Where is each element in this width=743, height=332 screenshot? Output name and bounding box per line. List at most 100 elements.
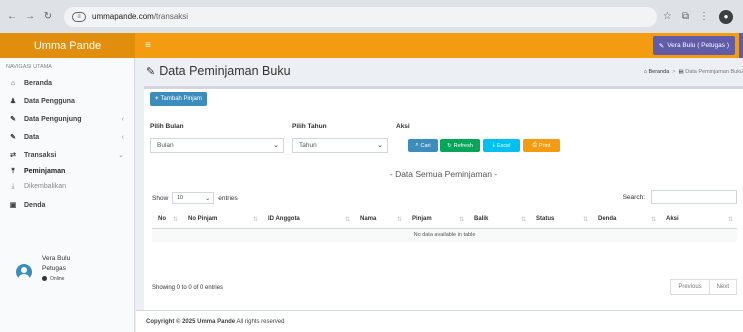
table-search: Search: — [623, 190, 737, 204]
sort-icon: ⇅ — [727, 216, 733, 223]
column-header-no-pinjam[interactable]: No Pinjam ⇅ — [182, 210, 262, 229]
print-button-label: Print — [539, 142, 551, 149]
site-settings-icon[interactable]: ≡ — [72, 11, 86, 22]
column-header-status[interactable]: Status ⇅ — [530, 210, 592, 229]
back-icon[interactable]: ← — [6, 11, 18, 23]
chevron-left-icon: ‹ — [121, 115, 124, 123]
page-title-text: Data Peminjaman Buku — [159, 64, 291, 78]
add-loan-button[interactable]: + Tambah Pinjam — [150, 92, 207, 106]
sort-icon: ⇅ — [172, 216, 178, 223]
refresh-button-label: Refresh — [453, 142, 473, 149]
column-header-no[interactable]: No ⇅ — [152, 210, 182, 229]
loans-table: No ⇅ No Pinjam ⇅ ID Anggota ⇅ Nama ⇅ Pinjam ⇅… — [152, 210, 737, 242]
chevron-down-icon: ⌄ — [205, 195, 211, 202]
entries-select[interactable]: 10 ⌄ — [172, 192, 215, 204]
avatar — [16, 264, 32, 280]
sidebar-item-denda[interactable]: ▣ Denda — [0, 196, 134, 214]
download-icon: ⤓ — [11, 182, 15, 190]
sort-icon: ⇅ — [650, 216, 656, 223]
column-label: Aksi — [666, 215, 679, 222]
edit-icon: ✎ — [146, 65, 156, 78]
user-menu-label: Vera Bulu ( Petugas ) — [667, 42, 729, 49]
main-content: ✎ Data Peminjaman Buku ⌂ Beranda > ▤ Data … — [136, 58, 743, 332]
address-bar[interactable]: ≡ ummapande.com/transaksi — [64, 6, 657, 27]
data-box: + Tambah Pinjam Pilih Bulan Pilih Tahun … — [144, 86, 743, 312]
entries-select-value: 10 — [177, 195, 183, 201]
excel-button[interactable]: ⤓ Excel — [483, 139, 520, 152]
search-button[interactable]: ⌕ Cari — [408, 139, 438, 152]
sort-icon: ⇅ — [396, 216, 402, 223]
column-header-nama[interactable]: Nama ⇅ — [354, 210, 406, 229]
edit-icon: ✎ — [658, 42, 665, 50]
user-status: Online — [50, 276, 65, 282]
sidebar-item-beranda[interactable]: ⌂ Beranda — [0, 74, 134, 92]
user-role: Petugas — [42, 265, 66, 272]
column-header-aksi[interactable]: Aksi ⇅ — [660, 210, 737, 229]
breadcrumb: ⌂ Beranda > ▤ Data Peminjaman Buku — [643, 69, 743, 75]
money-icon: ▣ — [9, 202, 17, 209]
print-button[interactable]: ⎙ Print — [523, 139, 560, 152]
url-path: /transaksi — [153, 12, 189, 21]
sidebar-subitem-peminjaman[interactable]: ⤒ Peminjaman — [0, 164, 134, 179]
sidebar-item-data-pengunjung[interactable]: ✎ Data Pengunjung ‹ — [0, 110, 134, 128]
column-header-pinjam[interactable]: Pinjam ⇅ — [406, 210, 468, 229]
footer-suffix: All rights reserved — [236, 319, 285, 325]
sort-icon: ⇅ — [458, 216, 464, 223]
user-menu-button[interactable]: ✎ Vera Bulu ( Petugas ) — [652, 36, 735, 55]
sidebar-subitem-label: Dikembalikan — [24, 183, 67, 190]
footer-copyright: Copyright © 2025 — [146, 319, 196, 325]
action-label: Aksi — [396, 123, 410, 130]
column-label: No Pinjam — [188, 215, 218, 222]
search-input[interactable] — [651, 190, 737, 204]
month-filter-label: Pilih Bulan — [150, 123, 184, 130]
previous-page-button[interactable]: Previous — [670, 279, 710, 295]
reload-icon[interactable]: ↻ — [42, 11, 54, 23]
column-header-denda[interactable]: Denda ⇅ — [592, 210, 660, 229]
column-label: Nama — [360, 215, 377, 222]
column-header-balik[interactable]: Balik ⇅ — [468, 210, 530, 229]
breadcrumb-current: Data Peminjaman Buku — [685, 69, 743, 75]
column-header-id-anggota[interactable]: ID Anggota ⇅ — [262, 210, 354, 229]
section-title: - Data Semua Peminjaman - — [389, 169, 498, 179]
browser-toolbar: ← → ↻ ≡ ummapande.com/transaksi ☆ ⧉ ⋮ ● — [0, 0, 743, 33]
user-panel: Vera Bulu Petugas Online — [16, 254, 70, 284]
add-loan-label: Tambah Pinjam — [160, 96, 202, 102]
edit-box-icon: ✎ — [10, 134, 16, 141]
app-header: Umma Pande ≡ ✎ Vera Bulu ( Petugas ) — [0, 33, 743, 58]
empty-table-message: No data available in table — [152, 228, 737, 242]
month-select[interactable]: Bulan ⌄ — [150, 138, 284, 153]
forward-icon[interactable]: → — [24, 11, 36, 23]
sidebar-item-data-pengguna[interactable]: ♟ Data Pengguna — [0, 92, 134, 110]
sidebar-item-data[interactable]: ✎ Data ‹ — [0, 128, 134, 146]
next-page-button[interactable]: Next — [709, 279, 737, 295]
year-select[interactable]: Tahun ⌄ — [292, 138, 388, 153]
year-filter-label: Pilih Tahun — [292, 123, 327, 130]
search-icon: ⌕ — [415, 142, 419, 148]
excel-button-label: Excel — [496, 142, 511, 149]
menu-dots-icon[interactable]: ⋮ — [699, 11, 709, 22]
month-select-value: Bulan — [157, 142, 174, 149]
print-icon: ⎙ — [532, 142, 538, 148]
sidebar-subitem-dikembalikan[interactable]: ⤓ Dikembalikan — [0, 179, 134, 194]
column-label: Status — [536, 215, 555, 222]
sidebar-item-label: Transaksi — [24, 151, 57, 159]
sidebar-item-label: Data Pengguna — [24, 97, 75, 105]
sort-icon: ⇅ — [344, 216, 350, 223]
profile-avatar-icon[interactable]: ● — [719, 9, 733, 24]
sidebar-section-header: NAVIGASI UTAMA — [6, 64, 52, 70]
extensions-icon[interactable]: ⧉ — [682, 11, 689, 22]
sidebar-item-transaksi[interactable]: ⇄ Transaksi ⌄ — [0, 146, 134, 164]
app-logo[interactable]: Umma Pande — [0, 33, 135, 58]
breadcrumb-home[interactable]: Beranda — [648, 69, 669, 75]
page-title: ✎ Data Peminjaman Buku — [146, 64, 291, 78]
footer: Copyright © 2025 Umma Pande All rights r… — [136, 310, 743, 332]
sidebar-item-label: Data — [24, 133, 40, 141]
chevron-down-icon: ⌄ — [377, 142, 383, 149]
online-status-icon — [42, 276, 47, 282]
column-label: Denda — [598, 215, 617, 222]
bookmark-star-icon[interactable]: ☆ — [663, 11, 672, 22]
refresh-button[interactable]: ↻ Refresh — [440, 139, 480, 152]
sidebar-toggle-icon[interactable]: ≡ — [145, 40, 151, 51]
sidebar-subitem-label: Peminjaman — [24, 168, 66, 175]
column-label: No — [158, 215, 166, 222]
